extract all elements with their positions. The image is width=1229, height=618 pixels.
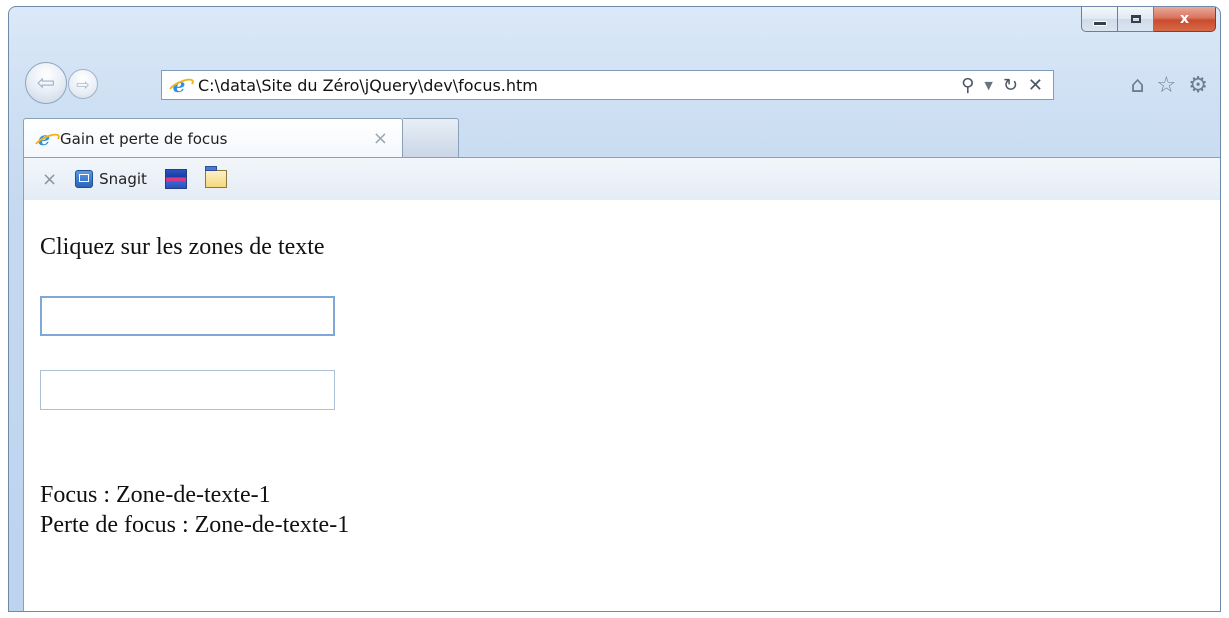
blur-status: Perte de focus : Zone-de-texte-1: [40, 512, 350, 538]
address-bar[interactable]: e C:\data\Site du Zéro\jQuery\dev\focus.…: [161, 70, 1054, 100]
snagit-icon[interactable]: [75, 170, 94, 188]
text-field-1[interactable]: [40, 296, 335, 336]
tab-active[interactable]: e Gain et perte de focus ×: [23, 118, 403, 158]
page-content: Cliquez sur les zones de texte Focus : Z…: [23, 200, 1220, 611]
toolbar-folder-icon[interactable]: [204, 166, 227, 188]
close-toolbar-icon[interactable]: ×: [42, 169, 57, 190]
close-window-button[interactable]: x: [1154, 7, 1216, 32]
ie-tab-icon: e: [34, 128, 54, 150]
address-tools: ⚲ ▼ ↻ ✕: [961, 75, 1053, 96]
back-arrow-icon: ⇦: [36, 70, 56, 96]
stop-icon[interactable]: ✕: [1028, 75, 1043, 96]
refresh-icon[interactable]: ↻: [1003, 75, 1018, 96]
command-bar: × Snagit: [23, 157, 1220, 201]
address-text[interactable]: C:\data\Site du Zéro\jQuery\dev\focus.ht…: [198, 76, 961, 95]
maximize-icon: [1130, 15, 1141, 23]
favorites-icon[interactable]: ☆: [1157, 73, 1177, 98]
snagit-label[interactable]: Snagit: [99, 170, 147, 188]
forward-button[interactable]: ⇨: [68, 69, 98, 99]
new-tab-button[interactable]: [403, 118, 459, 158]
browser-right-icons: ⌂ ☆ ⚙: [1131, 73, 1208, 98]
search-icon[interactable]: ⚲: [961, 75, 974, 96]
tools-gear-icon[interactable]: ⚙: [1188, 73, 1208, 98]
text-field-2[interactable]: [40, 370, 335, 410]
focus-status: Focus : Zone-de-texte-1: [40, 482, 271, 508]
page-instruction: Cliquez sur les zones de texte: [40, 234, 325, 260]
toolbar-extension-icon[interactable]: [164, 169, 187, 189]
dropdown-icon[interactable]: ▼: [984, 79, 992, 92]
home-icon[interactable]: ⌂: [1131, 73, 1145, 98]
ie-page-icon: e: [168, 73, 190, 97]
status-output: Focus : Zone-de-texte-1 Perte de focus :…: [40, 480, 349, 540]
minimize-button[interactable]: [1081, 7, 1118, 32]
tab-title: Gain et perte de focus: [60, 129, 228, 148]
maximize-button[interactable]: [1118, 7, 1154, 32]
back-button[interactable]: ⇦: [25, 62, 67, 104]
close-icon: x: [1179, 11, 1190, 27]
browser-window: x ⇦ ⇨ e C:\data\Site du Zéro\jQuery\dev\…: [8, 6, 1221, 612]
minimize-icon: [1092, 20, 1107, 26]
caption-buttons: x: [1081, 7, 1216, 32]
tab-close-icon[interactable]: ×: [373, 128, 388, 149]
forward-arrow-icon: ⇨: [76, 74, 90, 94]
